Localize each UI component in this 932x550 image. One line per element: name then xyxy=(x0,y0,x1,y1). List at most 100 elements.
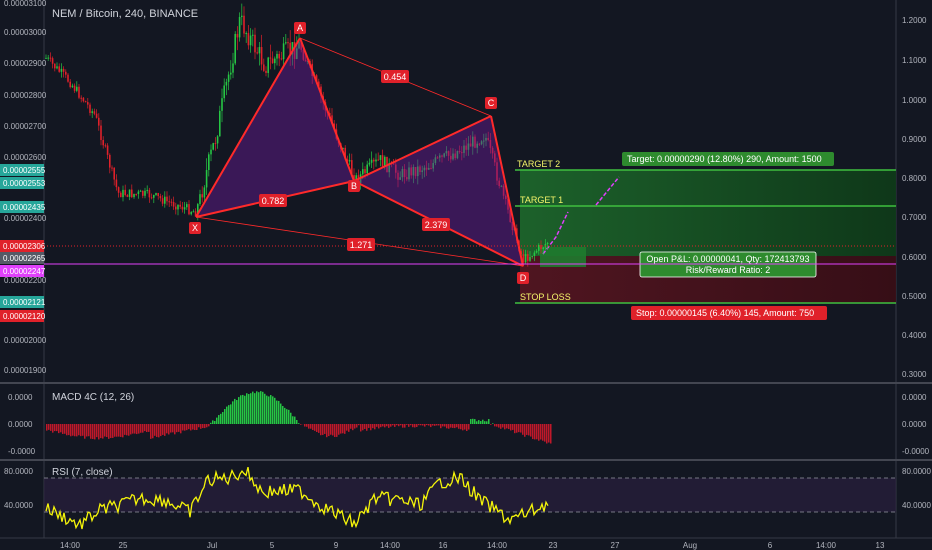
candle-body xyxy=(89,104,91,113)
macd-bar xyxy=(380,424,382,428)
time-axis-tick: Aug xyxy=(683,541,697,550)
candle-body xyxy=(84,101,87,103)
macd-bar xyxy=(432,424,434,426)
macd-bar xyxy=(164,424,166,436)
macd-bar xyxy=(290,412,292,424)
rsi-right-tick: 80.0000 xyxy=(902,467,931,476)
chart-title: NEM / Bitcoin, 240, BINANCE xyxy=(52,8,198,20)
candle-body xyxy=(527,254,529,261)
candle-body xyxy=(181,206,184,210)
macd-bar xyxy=(114,424,116,437)
long-position-zones[interactable]: TARGET 2 TARGET 1 STOP LOSS Target: 0.00000… xyxy=(515,152,896,320)
macd-bar xyxy=(386,424,388,427)
candle-body xyxy=(179,204,181,207)
macd-bar xyxy=(492,423,494,424)
macd-bar xyxy=(498,424,500,428)
right-axis-tick: 0.5000 xyxy=(902,292,927,301)
left-axis-tick: 0.00002200 xyxy=(4,276,47,285)
candle-body xyxy=(166,196,168,202)
macd-bar xyxy=(504,424,506,430)
macd-bar xyxy=(464,424,466,430)
candle-body xyxy=(368,162,371,165)
candle-body xyxy=(183,207,186,210)
macd-bar xyxy=(46,424,48,431)
macd-bar xyxy=(404,424,406,428)
macd-bar xyxy=(388,424,390,428)
macd-bar xyxy=(522,424,524,435)
candle-body xyxy=(524,254,527,263)
time-axis-tick: 27 xyxy=(611,541,620,550)
macd-bar xyxy=(328,424,330,437)
macd-bar xyxy=(422,424,424,426)
macd-bar xyxy=(160,424,162,437)
candle-body xyxy=(245,33,247,35)
candle-body xyxy=(234,33,236,64)
macd-bar xyxy=(272,396,274,424)
macd-bar xyxy=(296,420,298,424)
macd-bar xyxy=(178,424,180,432)
macd-bar xyxy=(278,400,280,424)
macd-bar xyxy=(396,424,398,426)
macd-bar xyxy=(84,424,86,439)
macd-bar xyxy=(336,424,338,437)
macd-bar xyxy=(104,424,106,437)
candle-body xyxy=(269,57,272,59)
macd-bar xyxy=(474,419,476,424)
macd-bar xyxy=(448,424,450,429)
macd-bar xyxy=(144,424,146,432)
stop-loss-label: STOP LOSS xyxy=(520,292,571,302)
macd-bar xyxy=(482,419,484,424)
left-axis-tick: 0.00002000 xyxy=(4,336,47,345)
macd-bar xyxy=(90,424,92,439)
macd-bar xyxy=(224,409,226,424)
candle-body xyxy=(100,125,102,141)
price-tag-text: 0.00002553 xyxy=(3,179,46,188)
macd-bar xyxy=(252,391,254,424)
macd-bar xyxy=(254,393,256,424)
macd-bar xyxy=(440,424,442,429)
macd-bar xyxy=(78,424,80,436)
macd-bar xyxy=(118,424,120,437)
candle-body xyxy=(214,143,217,145)
macd-bar xyxy=(374,424,376,430)
macd-bar xyxy=(56,424,58,432)
macd-bar xyxy=(366,424,368,431)
price-tag-text: 0.00002306 xyxy=(3,242,46,251)
macd-bar xyxy=(400,424,402,426)
macd-bar xyxy=(110,424,112,439)
macd-bar xyxy=(384,424,386,428)
profit-zone[interactable] xyxy=(520,170,896,256)
macd-bar xyxy=(256,391,258,424)
macd-bar xyxy=(434,424,436,426)
macd-bar xyxy=(250,393,252,424)
macd-bar xyxy=(494,424,496,427)
trading-chart[interactable]: TARGET 2 TARGET 1 STOP LOSS Target: 0.00000… xyxy=(0,0,932,550)
candle-body xyxy=(155,193,157,195)
macd-bar xyxy=(544,424,546,442)
macd-bar xyxy=(182,424,184,431)
candle-body xyxy=(76,86,78,91)
candle-body xyxy=(278,53,280,59)
candle-body xyxy=(223,85,225,99)
right-axis-tick: 0.8000 xyxy=(902,174,927,183)
candle-body xyxy=(51,58,54,64)
macd-bar xyxy=(410,424,412,426)
macd-bar xyxy=(390,424,392,427)
macd-bar xyxy=(260,391,262,424)
right-axis-tick: 0.3000 xyxy=(902,370,927,379)
macd-bar xyxy=(150,424,152,439)
macd-bar xyxy=(268,396,270,424)
macd-bar xyxy=(204,424,206,429)
macd-bar xyxy=(414,424,416,428)
candle-body xyxy=(139,190,142,192)
candle-body xyxy=(186,204,188,208)
candle-body xyxy=(276,53,278,59)
macd-bar xyxy=(228,405,230,424)
macd-bar xyxy=(354,424,356,429)
candle-body xyxy=(249,35,252,46)
candle-body xyxy=(377,159,379,161)
pnl-line2: Risk/Reward Ratio: 2 xyxy=(686,265,771,275)
macd-bar xyxy=(66,424,68,436)
candle-body xyxy=(201,194,203,198)
macd-bar xyxy=(508,424,510,430)
